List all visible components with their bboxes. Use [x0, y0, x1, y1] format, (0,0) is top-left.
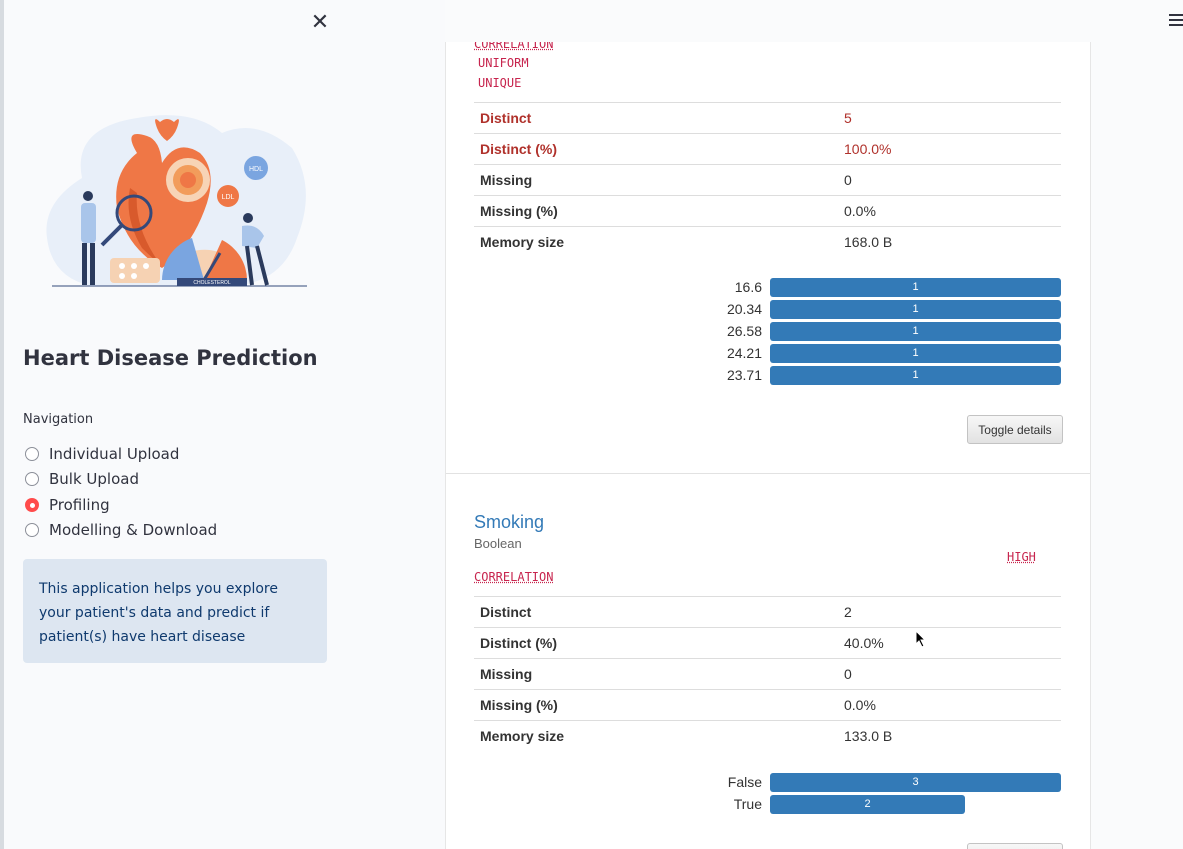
nav-radio-modelling-download[interactable]: Modelling & Download [25, 520, 217, 540]
section-divider [446, 473, 1090, 474]
app-window: ✕ HDL LDL CHOLESTEROL Heart Disease Pred… [0, 0, 1183, 849]
stat-key: Distinct (%) [480, 635, 557, 651]
stat-row: Missing 0 [474, 164, 1061, 195]
stat-key: Distinct [480, 110, 532, 126]
freq-label: 20.34 [726, 301, 762, 317]
stat-row: Distinct 5 [474, 102, 1061, 133]
stat-key: Distinct (%) [480, 141, 557, 157]
alert-uniform: UNIFORM [478, 56, 529, 70]
alert-correlation[interactable]: CORRELATION [474, 42, 553, 51]
stat-key: Memory size [480, 234, 565, 250]
close-icon[interactable]: ✕ [309, 12, 331, 34]
stat-key: Missing [480, 172, 533, 188]
radio-circle-icon [25, 523, 39, 537]
freq-label: 16.6 [734, 279, 762, 295]
freq-label: 23.71 [726, 367, 762, 383]
stat-row: Distinct 2 [474, 596, 1061, 627]
hdl-label: HDL [249, 166, 263, 173]
nav-radio-label: Bulk Upload [49, 470, 139, 488]
stat-value: 168.0 B [844, 234, 893, 250]
freq-bar: 1 [770, 300, 1061, 319]
stat-key: Missing (%) [480, 697, 558, 713]
stat-key: Distinct [480, 604, 532, 620]
alert-correlation[interactable]: CORRELATION [474, 570, 553, 584]
stat-row: Missing (%) 0.0% [474, 689, 1061, 720]
radio-circle-icon [25, 447, 39, 461]
freq-label: 24.21 [726, 345, 762, 361]
freq-bar: 1 [770, 322, 1061, 341]
stat-value: 100.0% [844, 141, 892, 157]
freq-label: 26.58 [726, 323, 762, 339]
stat-row: Memory size 168.0 B [474, 226, 1061, 257]
ldl-label: LDL [222, 194, 235, 201]
freq-bar: 1 [770, 366, 1061, 385]
stat-value: 0.0% [844, 203, 876, 219]
nav-radio-label: Individual Upload [49, 445, 180, 463]
mouse-cursor-icon [915, 630, 927, 648]
stat-value: 0 [844, 172, 852, 188]
alert-high[interactable]: HIGH [1007, 550, 1036, 564]
nav-radio-label: Modelling & Download [49, 521, 218, 539]
nav-radio-label: Profiling [49, 496, 110, 514]
freq-label: True [733, 796, 762, 812]
info-box: This application helps you explore your … [23, 559, 327, 663]
cholesterol-label: CHOLESTEROL [193, 280, 230, 286]
stat-key: Missing (%) [480, 203, 558, 219]
stat-value: 5 [844, 110, 852, 126]
toggle-details-button[interactable]: Toggle details [967, 415, 1063, 444]
sidebar: ✕ HDL LDL CHOLESTEROL Heart Disease Pred… [0, 0, 445, 849]
stat-row: Missing (%) 0.0% [474, 195, 1061, 226]
heart-illustration: HDL LDL CHOLESTEROL [46, 115, 307, 287]
freq-bar: 1 [770, 344, 1061, 363]
stat-value: 0.0% [844, 697, 876, 713]
stat-value: 0 [844, 666, 852, 682]
freq-label: False [727, 774, 762, 790]
navigation-label: Navigation [23, 412, 94, 427]
stat-row: Distinct (%) 100.0% [474, 133, 1061, 164]
radio-circle-icon [25, 472, 39, 486]
stat-value: 133.0 B [844, 728, 893, 744]
freq-bar: 1 [770, 278, 1061, 297]
stat-key: Missing [480, 666, 533, 682]
hamburger-menu-icon[interactable] [1169, 14, 1183, 30]
variable-name-link[interactable]: Smoking [474, 512, 544, 533]
nav-radio-bulk-upload[interactable]: Bulk Upload [25, 469, 139, 489]
stat-row: Missing 0 [474, 658, 1061, 689]
app-title: Heart Disease Prediction [23, 346, 318, 370]
stat-key: Memory size [480, 728, 565, 744]
freq-bar: 3 [770, 773, 1061, 792]
stat-row: Memory size 133.0 B [474, 720, 1061, 751]
toggle-details-button[interactable] [967, 843, 1063, 849]
radio-selected-icon [25, 498, 39, 512]
nav-radio-individual-upload[interactable]: Individual Upload [25, 444, 179, 464]
freq-bar: 2 [770, 795, 965, 814]
stat-value: 2 [844, 604, 852, 620]
stat-row: Distinct (%) 40.0% [474, 627, 1061, 658]
alert-unique: UNIQUE [478, 76, 522, 90]
profile-report: CORRELATION UNIFORM UNIQUE Distinct 5 Di… [445, 42, 1091, 849]
nav-radio-profiling[interactable]: Profiling [25, 495, 110, 515]
variable-type: Boolean [474, 536, 522, 551]
stat-value: 40.0% [844, 635, 884, 651]
